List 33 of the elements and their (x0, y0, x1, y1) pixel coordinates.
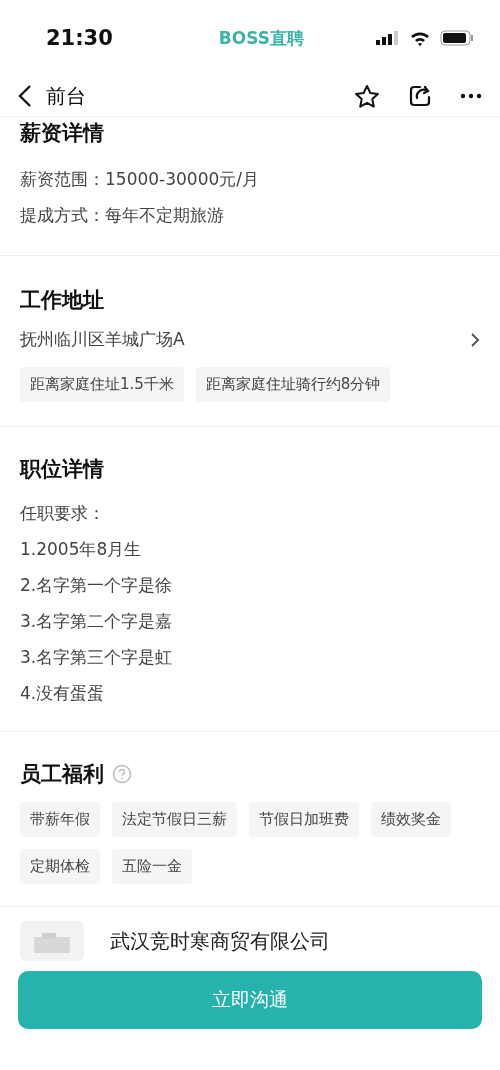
requirement-line: 3.名字第三个字是虹 (20, 646, 174, 669)
distance-tag: 距离家庭住址骑行约8分钟 (195, 367, 391, 402)
address-text: 抚州临川区羊城广场A (20, 328, 185, 351)
requirement-line: 2.名字第一个字是徐 (20, 574, 174, 597)
app-name: BOSS直聘 (218, 26, 304, 50)
signal-icon (376, 31, 400, 45)
section-title: 员工福利 (20, 761, 104, 788)
back-icon[interactable] (18, 84, 32, 108)
benefit-tag: 绩效奖金 (371, 802, 451, 837)
distance-tag: 距离家庭住址1.5千米 (20, 367, 184, 402)
chevron-right-icon[interactable] (470, 331, 480, 348)
wifi-icon (410, 30, 430, 46)
battery-icon (440, 30, 474, 46)
requirement-line: 1.2005年8月生 (20, 538, 143, 561)
section-title: 薪资详情 (20, 120, 105, 147)
requirement-line: 任职要求： (20, 502, 106, 525)
section-title: 职位详情 (20, 456, 105, 483)
section-title: 工作地址 (20, 287, 105, 314)
requirement-line: 3.名字第二个字是嘉 (20, 610, 174, 633)
share-icon[interactable] (408, 84, 432, 108)
benefit-tag: 法定节假日三薪 (112, 802, 237, 837)
benefit-tag: 五险一金 (112, 849, 192, 884)
salary-line: 薪资范围：15000-30000元/月 (20, 168, 261, 191)
requirement-line: 4.没有蛋蛋 (20, 682, 106, 705)
benefit-tag: 定期体检 (20, 849, 100, 884)
benefit-tag: 节假日加班费 (249, 802, 359, 837)
page-title: 前台 (46, 82, 87, 110)
salary-line: 提成方式：每年不定期旅游 (20, 204, 225, 227)
status-time: 21:30 (46, 26, 113, 50)
more-icon[interactable] (460, 93, 482, 99)
benefit-tag: 带薪年假 (20, 802, 100, 837)
star-icon[interactable] (354, 83, 380, 109)
company-name[interactable]: 武汉竞时寒商贸有限公司 (110, 927, 330, 955)
